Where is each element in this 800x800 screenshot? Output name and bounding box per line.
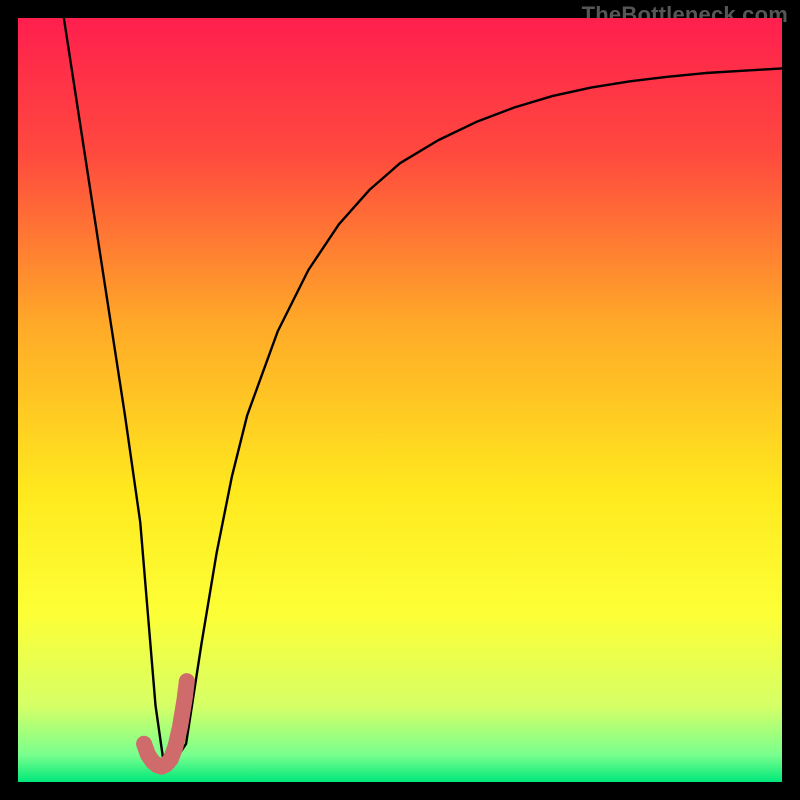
bottleneck-plot (18, 18, 782, 782)
plot-svg (18, 18, 782, 782)
chart-frame: TheBottleneck.com (0, 0, 800, 800)
gradient-background (18, 18, 782, 782)
